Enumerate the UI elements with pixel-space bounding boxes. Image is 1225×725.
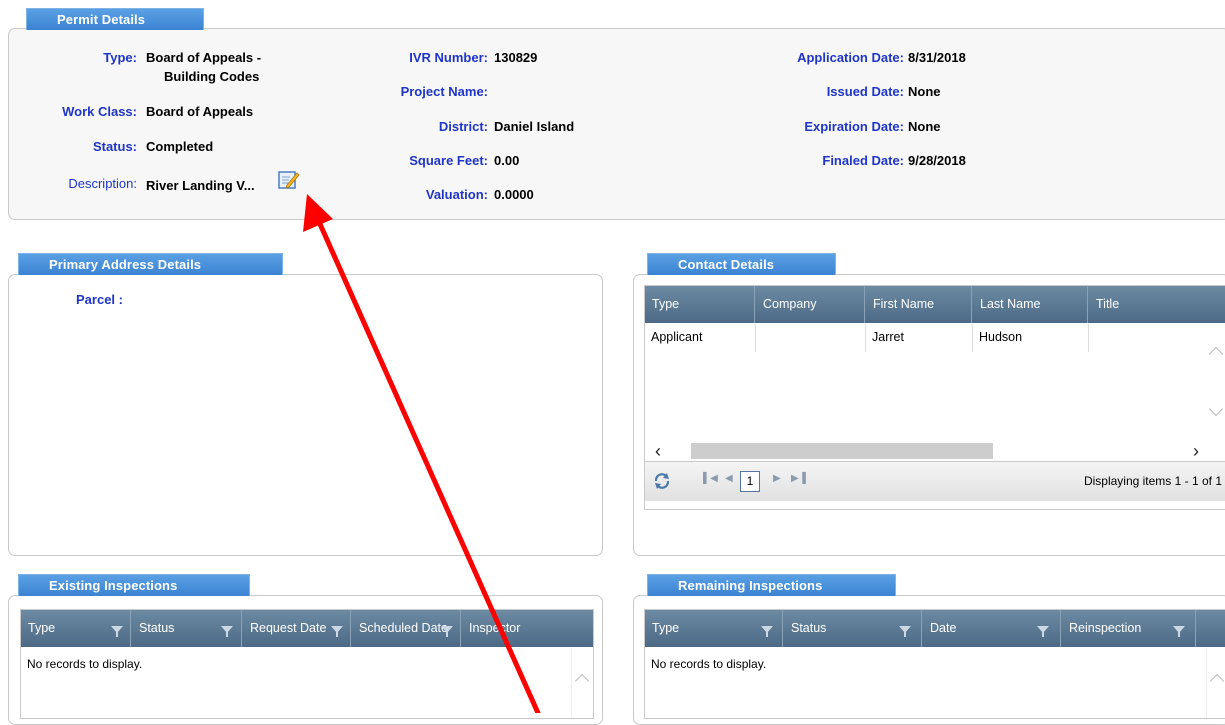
chevron-up-icon[interactable] (574, 673, 590, 689)
ivr-number-label: IVR Number: (409, 50, 488, 65)
chevron-left-icon[interactable]: ‹ (655, 441, 661, 462)
work-class-label: Work Class: (62, 104, 137, 119)
cell-type: Applicant (651, 330, 703, 344)
expiration-date-label: Expiration Date: (804, 119, 904, 134)
col-inspector[interactable]: Inspector (462, 610, 593, 647)
chevron-down-icon[interactable] (1208, 401, 1224, 417)
remaining-inspections-tab: Remaining Inspections (647, 574, 896, 596)
last-page-icon[interactable]: ▶▐ (791, 473, 806, 484)
existing-vertical-scrollbar[interactable] (571, 648, 593, 718)
chevron-up-icon[interactable] (1209, 673, 1225, 689)
col-type[interactable]: Type (645, 286, 755, 323)
type-label: Type: (103, 50, 137, 65)
square-feet-value: 0.00 (494, 153, 520, 168)
col-title[interactable]: Title (1089, 286, 1225, 323)
contacts-grid: Type Company First Name Last Name Title … (644, 285, 1225, 510)
chevron-up-icon[interactable] (1208, 346, 1224, 362)
col-company[interactable]: Company (756, 286, 865, 323)
filter-icon[interactable] (1037, 626, 1049, 637)
refresh-icon[interactable] (653, 472, 671, 490)
type-value-line2: Building Codes (164, 69, 260, 84)
first-page-icon[interactable]: ▌◀ (703, 473, 718, 484)
next-page-icon[interactable]: ▶ (773, 473, 781, 484)
remaining-grid-header: Type Status Date Reinspection (645, 610, 1225, 647)
permit-details-tab: Permit Details (26, 8, 204, 30)
application-date-label: Application Date: (797, 50, 904, 65)
filter-icon[interactable] (221, 626, 233, 637)
type-value-line1: Board of Appeals - (146, 50, 262, 65)
square-feet-label: Square Feet: (409, 153, 488, 168)
status-label: Status: (92, 139, 137, 154)
parcel-label: Parcel : (76, 292, 123, 307)
district-value: Daniel Island (494, 119, 575, 134)
filter-icon[interactable] (899, 626, 911, 637)
contacts-grid-header: Type Company First Name Last Name Title (645, 286, 1225, 323)
existing-grid-header: Type Status Request Date Scheduled Date … (21, 610, 593, 647)
contacts-pager: ▌◀ ◀ 1 ▶ ▶▐ Displaying items 1 - 1 of 1 (645, 461, 1225, 501)
valuation-value: 0.0000 (494, 187, 534, 202)
issued-date-label: Issued Date: (826, 84, 904, 99)
primary-address-panel (8, 274, 603, 556)
contacts-horizontal-scrollbar[interactable]: ‹ › (645, 439, 1225, 461)
filter-icon[interactable] (331, 626, 343, 637)
chevron-right-icon[interactable]: › (1193, 441, 1199, 462)
horizontal-scroll-thumb[interactable] (691, 443, 993, 459)
primary-address-tab: Primary Address Details (18, 253, 283, 275)
district-label: District: (438, 119, 488, 134)
table-row[interactable]: Applicant Jarret Hudson (645, 324, 1208, 352)
col-last-name[interactable]: Last Name (973, 286, 1088, 323)
contacts-vertical-scrollbar[interactable] (1206, 324, 1225, 439)
valuation-label: Valuation: (425, 187, 488, 202)
description-label: Description: (68, 176, 137, 191)
existing-inspections-tab: Existing Inspections (18, 574, 250, 596)
ivr-number-value: 130829 (494, 50, 538, 65)
col-first-name[interactable]: First Name (866, 286, 972, 323)
remaining-vertical-scrollbar[interactable] (1206, 648, 1225, 718)
description-value: River Landing V... (146, 178, 255, 193)
filter-icon[interactable] (761, 626, 773, 637)
cell-first-name: Jarret (872, 330, 904, 344)
contact-details-tab: Contact Details (647, 253, 836, 275)
paging-status-text: Displaying items 1 - 1 of 1 (1083, 474, 1222, 488)
no-records-text: No records to display. (27, 657, 143, 671)
remaining-inspections-grid: Type Status Date Reinspection No records… (644, 609, 1225, 719)
edit-note-icon[interactable] (278, 170, 300, 190)
issued-date-value: None (908, 84, 941, 99)
application-date-value: 8/31/2018 (908, 50, 966, 65)
expiration-date-value: None (908, 119, 941, 134)
existing-inspections-grid: Type Status Request Date Scheduled Date … (20, 609, 594, 719)
finaled-date-value: 9/28/2018 (908, 153, 966, 168)
cell-last-name: Hudson (979, 330, 1023, 344)
no-records-text: No records to display. (651, 657, 767, 671)
page-number-input[interactable]: 1 (740, 471, 760, 492)
work-class-value: Board of Appeals (146, 104, 254, 119)
filter-icon[interactable] (111, 626, 123, 637)
filter-icon[interactable] (441, 626, 453, 637)
status-value: Completed (146, 139, 214, 154)
finaled-date-label: Finaled Date: (822, 153, 904, 168)
filter-icon[interactable] (1173, 626, 1185, 637)
project-name-label: Project Name: (400, 84, 488, 99)
prev-page-icon[interactable]: ◀ (725, 473, 733, 484)
